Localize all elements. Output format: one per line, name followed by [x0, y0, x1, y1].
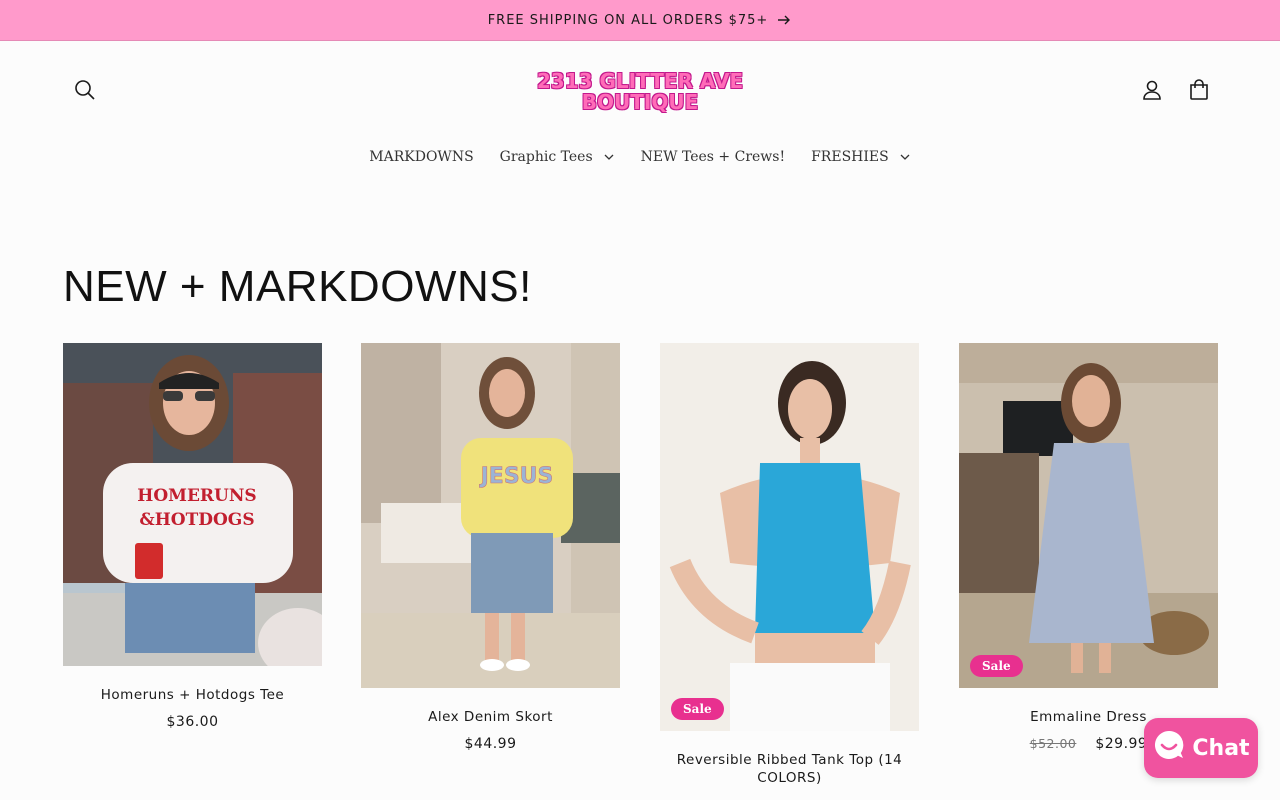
original-price: $52.00 — [1029, 736, 1077, 751]
chevron-down-icon — [899, 151, 911, 163]
announcement-text[interactable]: FREE SHIPPING ON ALL ORDERS $75+ — [488, 13, 769, 28]
nav-item-label: Graphic Tees — [499, 149, 593, 165]
announcement-bar[interactable]: FREE SHIPPING ON ALL ORDERS $75+ — [0, 0, 1280, 41]
chat-button[interactable]: Chat — [1144, 718, 1258, 778]
product-title[interactable]: Reversible Ribbed Tank Top (14 COLORS) — [660, 751, 919, 787]
product-price: $36.00 — [63, 714, 322, 730]
product-image[interactable]: HOMERUNS &HOTDOGS — [63, 343, 322, 666]
nav-item-label: NEW Tees + Crews! — [640, 149, 786, 165]
logo-line-2: BOUTIQUE — [581, 90, 699, 114]
brand-logo[interactable]: 2313 GLITTER AVE BOUTIQUE — [520, 71, 760, 119]
nav-item-markdowns[interactable]: MARKDOWNS — [369, 141, 473, 173]
arrow-right-icon — [776, 12, 792, 28]
shirt-print-line-2: &HOTDOGS — [139, 510, 254, 530]
product-image[interactable]: JESUS — [361, 343, 620, 688]
search-icon — [74, 79, 96, 105]
user-icon — [1141, 79, 1163, 105]
product-card[interactable]: Sale Reversible Ribbed Tank Top (14 COLO… — [660, 343, 919, 787]
sale-badge: Sale — [970, 655, 1023, 677]
chat-smile-icon — [1152, 728, 1186, 768]
cart-button[interactable] — [1181, 74, 1217, 110]
product-card[interactable]: JESUS Alex Denim Skort $44.99 — [361, 343, 620, 752]
product-title[interactable]: Alex Denim Skort — [361, 708, 620, 726]
product-image[interactable]: Sale — [660, 343, 919, 731]
bag-icon — [1188, 79, 1210, 105]
sale-badge: Sale — [671, 698, 724, 720]
section-title: NEW + MARKDOWNS! — [63, 262, 532, 311]
current-price: $44.99 — [464, 736, 517, 752]
sale-price: $29.99 — [1095, 736, 1148, 752]
main-nav: MARKDOWNS Graphic Tees NEW Tees + Crews!… — [0, 141, 1280, 173]
nav-item-label: MARKDOWNS — [369, 149, 474, 165]
search-button[interactable] — [67, 74, 103, 110]
nav-item-graphic-tees[interactable]: Graphic Tees — [500, 141, 615, 173]
nav-item-freshies[interactable]: FRESHIES — [811, 141, 911, 173]
chat-label: Chat — [1192, 735, 1250, 761]
product-card[interactable]: Sale Emmaline Dress $52.00 $29.99 — [959, 343, 1218, 752]
product-price: $44.99 — [361, 736, 620, 752]
logo-line-1: 2313 GLITTER AVE — [536, 69, 744, 93]
chevron-down-icon — [603, 151, 615, 163]
shirt-print-line-1: HOMERUNS — [137, 486, 256, 506]
shirt-print: JESUS — [479, 464, 554, 489]
product-title[interactable]: Homeruns + Hotdogs Tee — [63, 686, 322, 704]
nav-item-label: FRESHIES — [811, 149, 889, 165]
nav-item-new-tees[interactable]: NEW Tees + Crews! — [641, 141, 785, 173]
product-card[interactable]: HOMERUNS &HOTDOGS Homeruns + Hotdogs Tee… — [63, 343, 322, 730]
site-header: 2313 GLITTER AVE BOUTIQUE — [0, 41, 1280, 141]
product-image[interactable]: Sale — [959, 343, 1218, 688]
current-price: $36.00 — [166, 714, 219, 730]
account-button[interactable] — [1134, 74, 1170, 110]
